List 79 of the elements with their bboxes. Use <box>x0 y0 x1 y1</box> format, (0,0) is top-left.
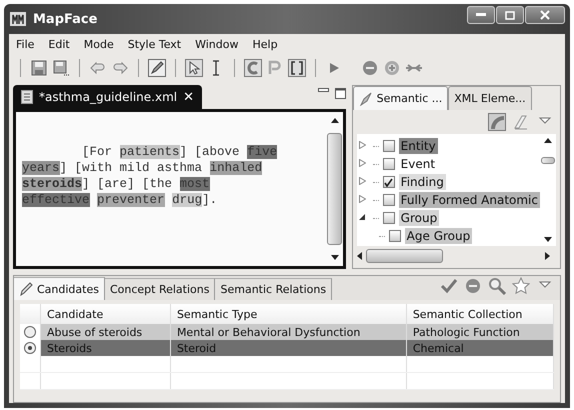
panel-tab[interactable]: XML Eleme... <box>448 86 532 110</box>
remove-icon[interactable] <box>361 59 379 77</box>
remove-icon[interactable] <box>464 277 482 295</box>
eraser-icon[interactable] <box>512 113 530 131</box>
scroll-down-icon[interactable] <box>544 237 552 242</box>
tree-item[interactable]: Finding <box>398 174 446 190</box>
table-cell: Chemical <box>406 340 554 356</box>
checkbox[interactable] <box>388 230 401 242</box>
pencil-icon[interactable] <box>148 59 166 77</box>
undo-icon[interactable] <box>89 59 107 77</box>
column-header[interactable]: Semantic Collection <box>406 304 554 324</box>
checkbox[interactable] <box>382 176 395 188</box>
scroll-down-icon[interactable] <box>330 255 339 260</box>
panel-tab[interactable]: Semantic ... <box>352 86 448 110</box>
pointer-icon[interactable] <box>185 59 203 77</box>
menu-item[interactable]: Mode <box>82 38 115 51</box>
tree-item[interactable]: Age Group <box>404 228 472 244</box>
app-logo-icon[interactable] <box>9 10 27 28</box>
collapsed-triangle-icon[interactable] <box>358 176 366 184</box>
star-icon[interactable] <box>512 277 530 295</box>
maximize-icon <box>505 10 515 20</box>
menu-item[interactable]: Window <box>194 38 240 51</box>
table-cell: Abuse of steroids <box>40 324 170 340</box>
collapsed-triangle-icon[interactable] <box>358 158 366 166</box>
scroll-right-icon[interactable] <box>545 252 550 260</box>
panel-tab[interactable]: Concept Relations <box>104 278 216 300</box>
maximize-icon[interactable] <box>334 88 346 99</box>
radio-button[interactable] <box>24 326 36 338</box>
close-button[interactable] <box>525 6 565 24</box>
radio-button[interactable] <box>24 342 36 354</box>
panel-tab[interactable]: Semantic Relations <box>215 278 332 300</box>
panel-tab[interactable]: Candidates <box>14 277 105 300</box>
brackets-icon[interactable] <box>288 59 306 77</box>
minimize-button[interactable] <box>467 6 495 24</box>
concept-c-icon[interactable] <box>244 59 262 77</box>
column-header[interactable]: Semantic Type <box>170 304 406 324</box>
window-title: MapFace <box>33 12 98 26</box>
save-all-icon[interactable] <box>52 59 70 77</box>
expanded-triangle-icon[interactable] <box>358 212 366 220</box>
save-icon[interactable] <box>30 59 48 77</box>
checkmark-icon[interactable] <box>440 277 458 295</box>
scroll-thumb[interactable] <box>541 156 555 164</box>
table-cell: Mental or Behavioral Dysfunction <box>170 324 406 340</box>
table-row[interactable]: Abuse of steroids Mental or Behavioral Dysfunction Pathologic Function <box>20 324 554 340</box>
menu-item[interactable]: File <box>15 38 36 51</box>
pencil-icon <box>19 282 33 296</box>
checkbox[interactable] <box>382 158 395 170</box>
scroll-left-icon[interactable] <box>356 252 362 260</box>
collapsed-triangle-icon[interactable] <box>358 140 366 148</box>
table-cell: Steroid <box>170 340 406 356</box>
table-cell: Steroids <box>40 340 170 356</box>
menu-item[interactable]: Style Text <box>126 38 182 51</box>
document-icon <box>21 90 33 104</box>
scroll-up-icon[interactable] <box>544 138 552 143</box>
scroll-up-icon[interactable] <box>330 118 339 123</box>
checkbox[interactable] <box>382 212 395 224</box>
maximize-button[interactable] <box>496 6 524 24</box>
column-header[interactable]: Candidate <box>40 304 170 324</box>
highlighter-icon[interactable] <box>488 113 506 131</box>
minimize-icon[interactable] <box>318 88 329 94</box>
menu-item[interactable]: Help <box>251 38 279 51</box>
tree-item[interactable]: Entity <box>398 138 438 154</box>
tree-item[interactable]: Event <box>398 156 438 172</box>
menu-item[interactable]: Edit <box>47 38 71 51</box>
checkbox[interactable] <box>382 194 395 206</box>
table-row[interactable]: Steroids Steroid Chemical <box>20 340 554 356</box>
close-icon <box>540 10 550 20</box>
tree-item[interactable]: Fully Formed Anatomic <box>398 192 540 208</box>
editor-tab[interactable]: *asthma_guideline.xml ✕ <box>13 85 202 109</box>
checkbox[interactable] <box>382 140 395 152</box>
brush-icon <box>358 92 373 106</box>
tree-item[interactable]: Group <box>398 210 440 226</box>
add-icon[interactable] <box>383 59 401 77</box>
minimize-icon <box>476 13 486 17</box>
document-text: [For patients] [above five years] [with mild asthma inhaled steroids] [are] [the most effective preventer drug]. <box>21 144 278 209</box>
redo-icon[interactable] <box>111 59 129 77</box>
search-icon[interactable] <box>488 277 506 295</box>
collapsed-triangle-icon[interactable] <box>358 194 366 202</box>
table-cell: Pathologic Function <box>406 324 554 340</box>
